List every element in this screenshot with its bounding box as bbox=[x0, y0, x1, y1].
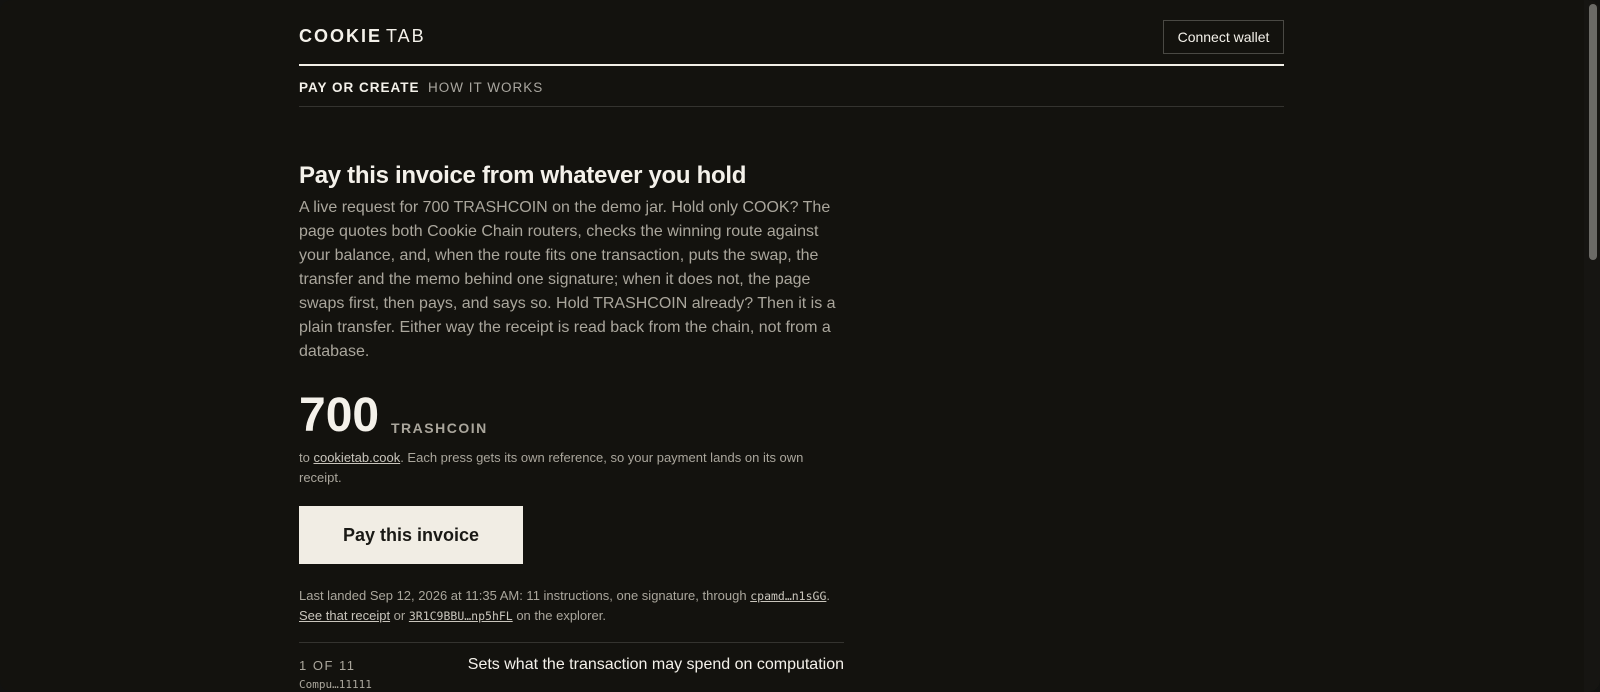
brand-logo[interactable]: COOKIE TAB bbox=[299, 26, 426, 47]
recipient-link[interactable]: cookietab.cook bbox=[313, 450, 400, 465]
last-landed-prefix: Last landed Sep 12, 2026 at 11:35 AM: 11… bbox=[299, 588, 751, 603]
last-landed-or: or bbox=[390, 608, 409, 623]
router-address-link[interactable]: cpamd…n1sGG bbox=[750, 589, 826, 603]
last-landed-sep: . bbox=[826, 588, 831, 603]
page-scrollbar[interactable] bbox=[1584, 0, 1600, 692]
page-container: COOKIE TAB Connect wallet PAY OR CREATE H… bbox=[299, 0, 1284, 692]
tx-signature-link[interactable]: 3R1C9BBU…np5hFL bbox=[409, 609, 513, 623]
site-header: COOKIE TAB Connect wallet bbox=[299, 0, 1284, 66]
connect-wallet-button[interactable]: Connect wallet bbox=[1163, 20, 1284, 54]
instruction-description: Sets what the transaction may spend on c… bbox=[467, 656, 844, 673]
recipient-prefix: to bbox=[299, 450, 314, 465]
amount-display: 700 TRASHCOIN bbox=[299, 392, 844, 440]
pay-invoice-button[interactable]: Pay this invoice bbox=[299, 506, 523, 564]
nav-tab-pay-or-create[interactable]: PAY OR CREATE bbox=[299, 80, 420, 95]
brand-word-light: TAB bbox=[386, 26, 426, 46]
app-window: COOKIE TAB Connect wallet PAY OR CREATE H… bbox=[0, 0, 1600, 692]
recipient-line: to cookietab.cook. Each press gets its o… bbox=[299, 448, 844, 488]
top-nav: PAY OR CREATE HOW IT WORKS bbox=[299, 66, 1284, 107]
instruction-count: 1 OF 11 bbox=[299, 658, 356, 673]
last-landed-suffix: on the explorer. bbox=[512, 608, 606, 623]
last-landed-note: Last landed Sep 12, 2026 at 11:35 AM: 11… bbox=[299, 586, 844, 626]
invoice-description: A live request for 700 TRASHCOIN on the … bbox=[299, 199, 836, 360]
invoice-section: Pay this invoice from whatever you hold … bbox=[299, 162, 844, 692]
page-title: Pay this invoice from whatever you hold bbox=[299, 162, 747, 189]
amount-unit: TRASHCOIN bbox=[391, 420, 488, 436]
nav-tab-how-it-works[interactable]: HOW IT WORKS bbox=[428, 80, 543, 95]
amount-value: 700 bbox=[299, 389, 380, 442]
instruction-row: 1 OF 11 Compu…11111 Sets what the transa… bbox=[299, 642, 844, 692]
see-receipt-link[interactable]: See that receipt bbox=[299, 608, 390, 623]
instruction-program: Compu…11111 bbox=[299, 678, 372, 691]
brand-word-bold: COOKIE bbox=[299, 26, 383, 46]
scrollbar-thumb[interactable] bbox=[1589, 4, 1597, 260]
